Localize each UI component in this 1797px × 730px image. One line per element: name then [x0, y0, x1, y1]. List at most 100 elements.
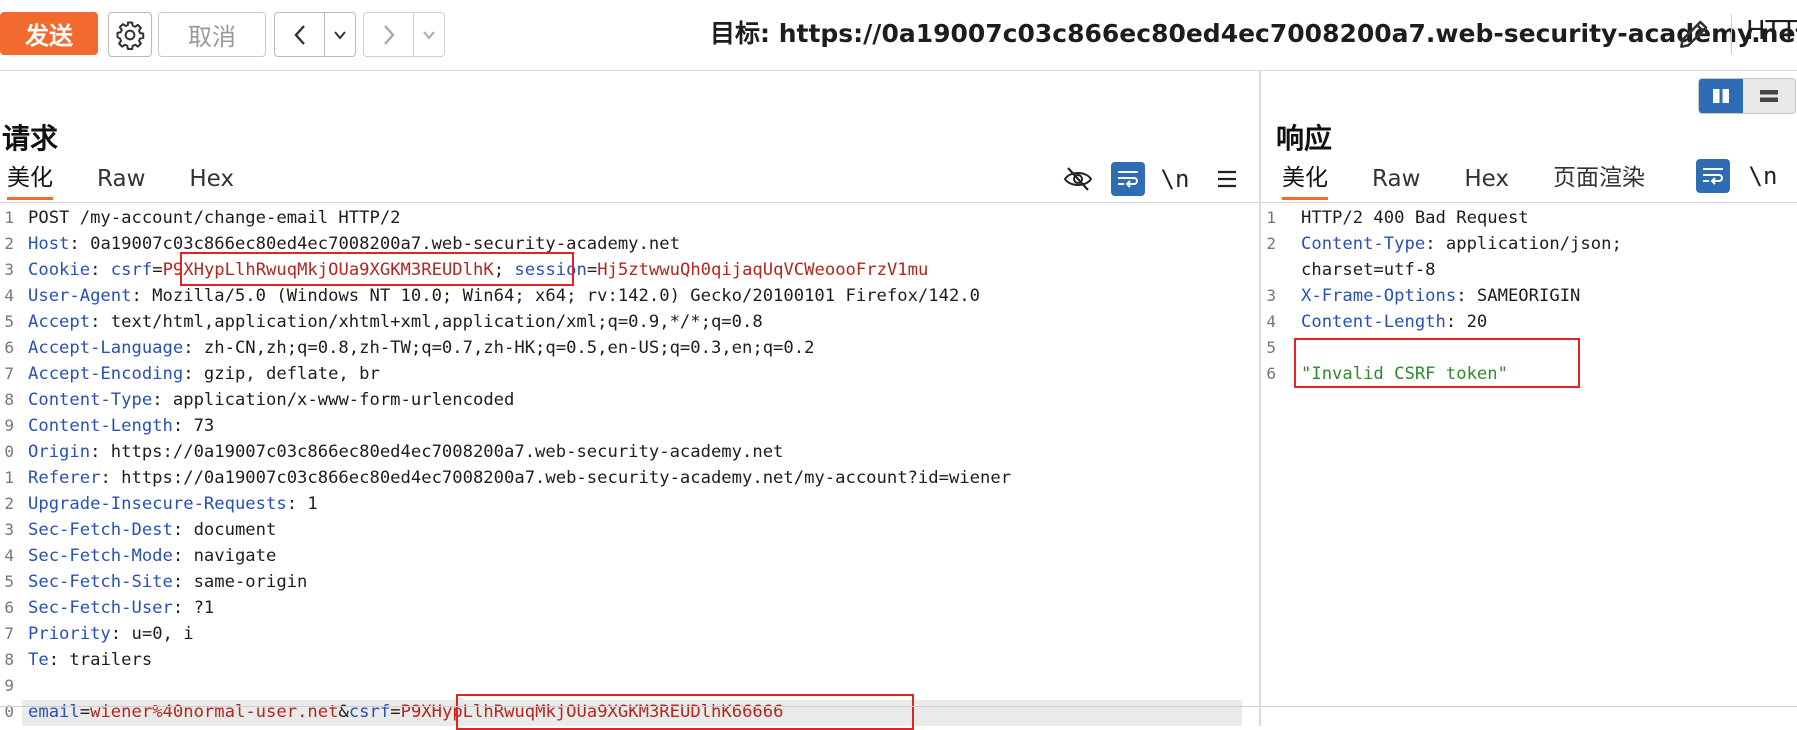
- request-tab-raw[interactable]: Raw: [97, 166, 145, 200]
- line-number: 4: [1266, 312, 1276, 331]
- hide-nonprinting-button[interactable]: [1061, 162, 1095, 196]
- header-name: Content-Type: [28, 390, 153, 410]
- error-body-highlight-box: [1294, 338, 1580, 388]
- request-tab-pretty[interactable]: 美化: [7, 158, 53, 200]
- header-name: Accept: [28, 312, 91, 332]
- wrap-lines-icon: [1703, 168, 1723, 185]
- response-footer-rule: [1261, 706, 1797, 707]
- toolbar-separator: [1731, 14, 1732, 54]
- layout-stacked-button[interactable]: [1743, 79, 1795, 113]
- settings-button[interactable]: [108, 12, 152, 57]
- gear-icon: [116, 21, 145, 50]
- header-name: Sec-Fetch-User: [28, 598, 173, 618]
- request-footer-rule: [0, 706, 1259, 707]
- request-line: 5 Accept: text/html,application/xhtml+xml…: [0, 310, 1250, 334]
- layout-toggle[interactable]: [1698, 78, 1796, 114]
- request-menu-button[interactable]: [1210, 162, 1244, 196]
- line-number: 2: [1266, 234, 1276, 253]
- param-value: Hj5ztwwuQh0qijaqUqVCWeoooFrzV1mu: [597, 260, 929, 280]
- response-tabs: 美化 Raw Hex 页面渲染: [1282, 154, 1689, 200]
- line-text: Origin: https://0a19007c03c866ec80ed4ec7…: [28, 440, 783, 464]
- header-name: Content-Length: [28, 416, 173, 436]
- header-name: Accept-Encoding: [28, 364, 184, 384]
- line-text: Content-Length: 73: [28, 414, 214, 438]
- response-tab-pretty[interactable]: 美化: [1282, 158, 1328, 200]
- line-number: 0: [4, 702, 14, 721]
- show-newlines-toggle[interactable]: \n: [1158, 162, 1192, 196]
- response-tab-render[interactable]: 页面渲染: [1553, 158, 1645, 200]
- line-number: 9: [4, 676, 14, 695]
- eye-slash-icon: [1063, 167, 1093, 191]
- header-name: User-Agent: [28, 286, 132, 306]
- line-number: 4: [4, 286, 14, 305]
- cancel-button[interactable]: 取消: [158, 12, 266, 57]
- line-number: 5: [4, 572, 14, 591]
- text-segment: : Mozilla/5.0 (Windows NT 10.0; Win64; x…: [131, 286, 980, 306]
- target-label: 目标:: [710, 19, 779, 48]
- text-segment: :: [90, 260, 111, 280]
- line-text: Accept-Language: zh-CN,zh;q=0.8,zh-TW;q=…: [28, 336, 814, 360]
- header-name: Content-Type: [1301, 234, 1426, 254]
- text-segment: : u=0, i: [110, 624, 194, 644]
- back-button[interactable]: [275, 13, 326, 56]
- line-number: 3: [4, 520, 14, 539]
- header-name: Origin: [28, 442, 91, 462]
- send-button[interactable]: 发送: [0, 12, 98, 55]
- text-segment: HTTP/2 400 Bad Request: [1301, 208, 1529, 228]
- chevron-down-icon: [423, 30, 435, 40]
- request-line: 7 Accept-Encoding: gzip, deflate, br: [0, 362, 1250, 386]
- request-line: 5 Sec-Fetch-Site: same-origin: [0, 570, 1250, 594]
- response-title: 响应: [1276, 122, 1333, 155]
- line-number: 8: [4, 390, 14, 409]
- target-url: https://0a19007c03c866ec80ed4ec7008200a7…: [778, 19, 1797, 48]
- text-segment: : 73: [172, 416, 215, 436]
- toolbar: 发送 取消 目标: https://0a19007c03c866ec80ed4e…: [0, 0, 1797, 71]
- request-line: 6 Accept-Language: zh-CN,zh;q=0.8,zh-TW;q…: [0, 336, 1250, 360]
- line-text: Content-Type: application/json;: [1301, 232, 1622, 256]
- back-history-dropdown[interactable]: [325, 13, 355, 56]
- pencil-icon: [1680, 20, 1708, 48]
- request-line: 2 Upgrade-Insecure-Requests: 1: [0, 492, 1250, 516]
- request-tab-hex[interactable]: Hex: [189, 166, 234, 200]
- line-text: Priority: u=0, i: [28, 622, 194, 646]
- edit-target-button[interactable]: [1672, 14, 1716, 54]
- line-number: 9: [4, 416, 14, 435]
- line-number: 7: [4, 624, 14, 643]
- request-tabs: 美化 Raw Hex: [7, 154, 278, 200]
- text-segment: : SAMEORIGIN: [1456, 286, 1581, 306]
- response-show-newlines-toggle[interactable]: \n: [1746, 159, 1780, 193]
- line-number: 1: [4, 468, 14, 487]
- response-line: 1 HTTP/2 400 Bad Request: [1261, 206, 1791, 230]
- line-text: charset=utf-8: [1301, 258, 1436, 282]
- header-name: Sec-Fetch-Mode: [28, 546, 173, 566]
- text-segment: : 1: [286, 494, 318, 514]
- text-segment: charset=utf-8: [1301, 260, 1436, 280]
- forward-button[interactable]: [364, 13, 415, 56]
- forward-nav-group: [363, 12, 445, 57]
- forward-history-dropdown[interactable]: [414, 13, 444, 56]
- header-name: Host: [28, 234, 70, 254]
- line-number: 7: [4, 364, 14, 383]
- line-number: 3: [4, 260, 14, 279]
- text-segment: =: [390, 702, 401, 722]
- line-text: Content-Type: application/x-www-form-url…: [28, 388, 514, 412]
- response-header-rule: [1261, 202, 1797, 203]
- layout-side-by-side-button[interactable]: [1699, 79, 1743, 113]
- chevron-left-icon: [294, 24, 305, 45]
- response-tab-raw[interactable]: Raw: [1372, 166, 1420, 200]
- line-number: 6: [4, 598, 14, 617]
- newline-icon: \n: [1160, 165, 1190, 193]
- header-name: Content-Length: [1301, 312, 1446, 332]
- text-segment: : application/x-www-form-urlencoded: [152, 390, 515, 410]
- response-tab-hex[interactable]: Hex: [1464, 166, 1509, 200]
- http-version-label[interactable]: HTT: [1746, 16, 1797, 46]
- line-text: Sec-Fetch-Dest: document: [28, 518, 276, 542]
- response-editor[interactable]: 1 HTTP/2 400 Bad Request 2 Content-Type: ap…: [1261, 206, 1797, 696]
- header-name: Accept-Language: [28, 338, 184, 358]
- line-text: Sec-Fetch-Mode: navigate: [28, 544, 276, 568]
- word-wrap-toggle[interactable]: [1111, 162, 1145, 196]
- response-word-wrap-toggle[interactable]: [1696, 159, 1730, 193]
- text-segment: : gzip, deflate, br: [183, 364, 380, 384]
- request-editor[interactable]: 1 POST /my-account/change-email HTTP/2 2 Ho…: [0, 206, 1259, 730]
- line-text: User-Agent: Mozilla/5.0 (Windows NT 10.0…: [28, 284, 980, 308]
